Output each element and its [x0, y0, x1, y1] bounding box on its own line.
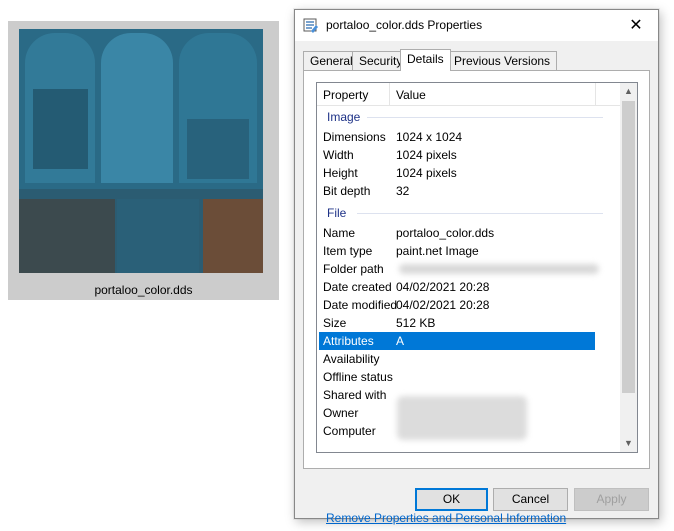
list-item[interactable]: Name portaloo_color.dds — [319, 224, 595, 242]
list-item[interactable]: Height 1024 pixels — [319, 164, 595, 182]
list-item[interactable]: Computer — [319, 422, 595, 440]
column-header-value[interactable]: Value — [396, 88, 426, 102]
cancel-button[interactable]: Cancel — [493, 488, 568, 511]
vertical-scrollbar[interactable]: ▲ ▼ — [620, 83, 637, 452]
tab-previous-versions[interactable]: Previous Versions — [447, 51, 558, 70]
list-item[interactable]: Date modified 04/02/2021 20:28 — [319, 296, 595, 314]
list-item[interactable]: Date created 04/02/2021 20:28 — [319, 278, 595, 296]
close-icon[interactable]: ✕ — [614, 10, 658, 41]
list-header: Property Value — [317, 83, 620, 106]
ok-button[interactable]: OK — [415, 488, 488, 511]
redacted-value — [399, 264, 599, 274]
list-item[interactable]: Size 512 KB — [319, 314, 595, 332]
list-item[interactable]: Bit depth 32 — [319, 182, 595, 200]
list-item[interactable]: Offline status — [319, 368, 595, 386]
texture-preview-image — [19, 29, 263, 273]
explorer-top-strip — [0, 0, 674, 6]
group-heading-image: Image — [327, 110, 361, 124]
dialog-title-bar[interactable]: portaloo_color.dds Properties ✕ — [295, 10, 658, 41]
tab-details[interactable]: Details — [400, 49, 451, 71]
list-item[interactable]: Folder path — [319, 260, 599, 278]
file-thumbnail-tile[interactable]: portaloo_color.dds — [8, 21, 279, 300]
scroll-up-icon[interactable]: ▲ — [620, 83, 637, 100]
list-item[interactable]: Width 1024 pixels — [319, 146, 595, 164]
details-panel: Property Value Image Dimensions 1024 x 10… — [303, 70, 650, 525]
details-list[interactable]: Property Value Image Dimensions 1024 x 10… — [316, 82, 638, 453]
group-divider — [357, 213, 603, 214]
thumbnail-file-name: portaloo_color.dds — [94, 283, 193, 297]
scrollbar-thumb[interactable] — [622, 101, 635, 393]
list-item-selected[interactable]: Attributes A — [319, 332, 595, 350]
dialog-title: portaloo_color.dds Properties — [326, 18, 483, 32]
scroll-down-icon[interactable]: ▼ — [620, 435, 637, 452]
apply-button[interactable]: Apply — [574, 488, 649, 511]
list-item[interactable]: Dimensions 1024 x 1024 — [319, 128, 595, 146]
remove-properties-link[interactable]: Remove Properties and Personal Informati… — [326, 511, 566, 525]
group-heading-file: File — [327, 206, 347, 220]
properties-dialog: portaloo_color.dds Properties ✕ General … — [294, 9, 659, 525]
file-properties-icon — [303, 18, 318, 33]
list-item[interactable]: Availability — [319, 350, 595, 368]
column-header-property[interactable]: Property — [323, 88, 368, 102]
list-item[interactable]: Owner — [319, 396, 595, 440]
group-divider — [367, 117, 603, 118]
list-item[interactable]: Item type paint.net Image — [319, 242, 595, 260]
